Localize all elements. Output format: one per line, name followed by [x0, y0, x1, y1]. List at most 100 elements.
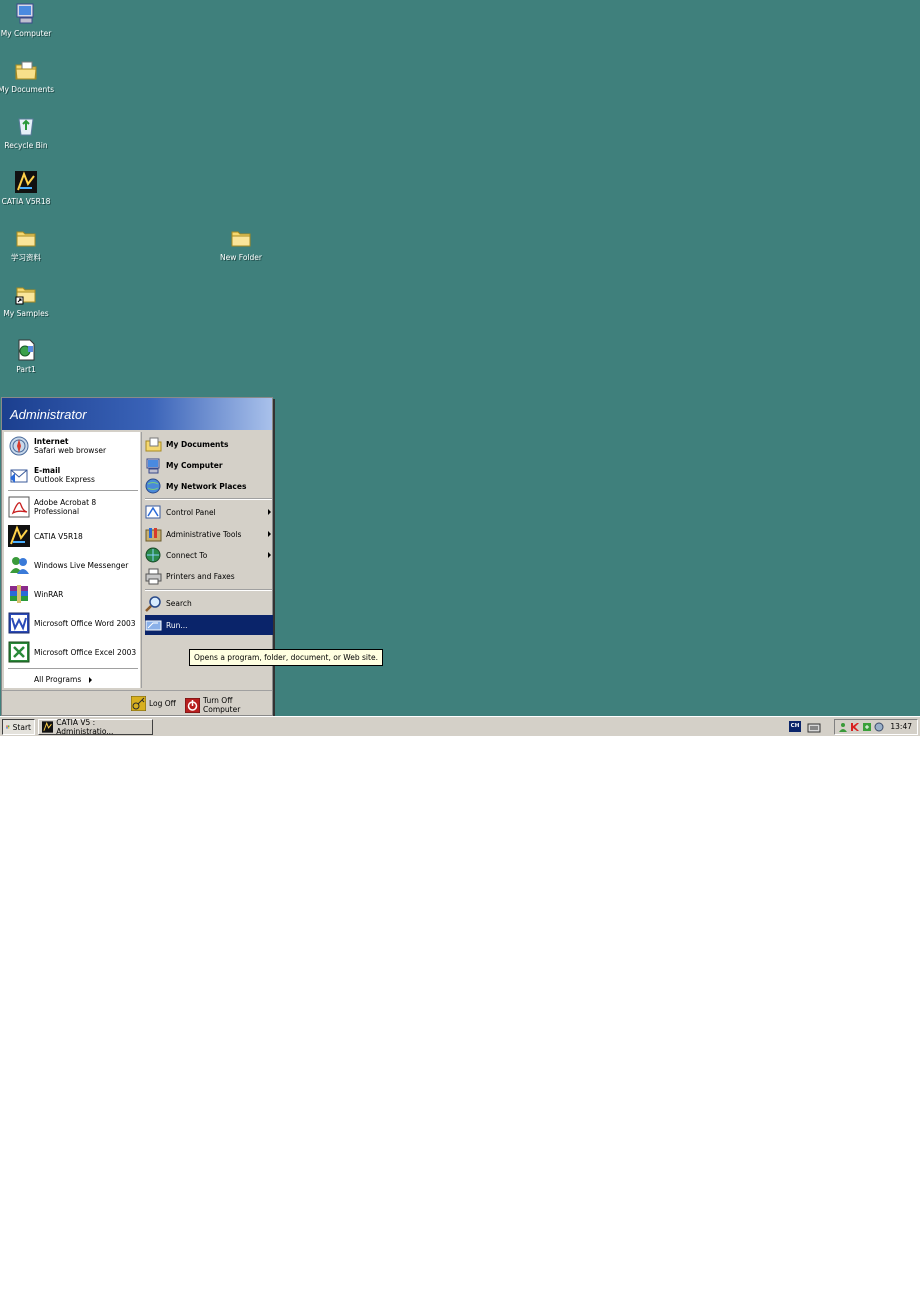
all-programs-label: All Programs: [34, 675, 82, 684]
desktop-icon-my-documents[interactable]: My Documents: [0, 58, 54, 94]
desktop-icon-study-materials[interactable]: 学习资料: [0, 226, 54, 262]
security-tray-icon[interactable]: [874, 722, 884, 732]
catia-part-icon: [18, 339, 35, 361]
network-tray-icon[interactable]: [862, 722, 872, 732]
internet-icon: [9, 436, 29, 456]
language-indicator[interactable]: CH: [789, 721, 801, 732]
place-item-my-documents[interactable]: My Documents: [145, 434, 272, 454]
program-item-label: WinRAR: [34, 589, 64, 599]
settings-item-label: Control Panel: [166, 507, 216, 517]
program-item-label-line2: Professional: [34, 507, 80, 516]
turn-off-button[interactable]: Turn Off Computer: [185, 696, 272, 714]
taskbar-button-catia[interactable]: CATIA V5 : Administratio...: [38, 718, 153, 736]
desktop-icon-label: CATIA V5R18: [1, 197, 51, 206]
desktop-icon-part1[interactable]: Part1: [0, 338, 54, 374]
pinned-item-title: E-mail: [34, 466, 61, 475]
my-documents-icon: [145, 437, 162, 451]
desktop-icon-new-folder[interactable]: New Folder: [213, 226, 269, 262]
system-tray: 13:47: [834, 719, 918, 735]
settings-item-connect-to[interactable]: Connect To: [145, 545, 272, 565]
log-off-button[interactable]: Log Off: [131, 696, 176, 711]
desktop-icon-label: Part1: [16, 365, 36, 374]
settings-item-label: Connect To: [166, 550, 208, 560]
clock[interactable]: 13:47: [890, 722, 912, 731]
menu-separator: [8, 490, 138, 492]
submenu-arrow-icon: [268, 531, 271, 537]
settings-item-control-panel[interactable]: Control Panel: [145, 502, 272, 522]
desktop-icon-label: My Samples: [3, 309, 49, 318]
submenu-arrow-icon: [268, 509, 271, 515]
program-item-catia[interactable]: CATIA V5R18: [8, 524, 138, 548]
taskbar-button-label: CATIA V5 : Administratio...: [56, 718, 114, 736]
desktop-icon-my-samples[interactable]: My Samples: [0, 282, 54, 318]
desktop-icon-label: My Computer: [0, 29, 52, 38]
run-icon: [145, 620, 162, 630]
my-computer-icon: [16, 3, 34, 24]
settings-item-printers[interactable]: Printers and Faxes: [145, 566, 272, 586]
word-icon: [8, 612, 30, 634]
acrobat-icon: [8, 496, 30, 518]
start-button[interactable]: Start: [2, 719, 35, 735]
start-menu: Administrator Internet Safari web browser…: [1, 397, 273, 716]
desktop-icon-my-computer[interactable]: My Computer: [0, 2, 54, 38]
network-places-icon: [145, 478, 161, 493]
pinned-item-internet[interactable]: Internet Safari web browser: [8, 434, 138, 458]
taskbar: Start CATIA V5 : Administratio... CH 13:…: [0, 716, 920, 736]
start-menu-programs-pane: Internet Safari web browser E-mail Outlook…: [4, 432, 140, 688]
program-item-label: Windows Live Messenger: [34, 560, 129, 570]
connect-to-icon: [145, 547, 161, 562]
pinned-item-email[interactable]: E-mail Outlook Express: [8, 463, 138, 487]
keyboard-icon[interactable]: [807, 721, 821, 733]
pinned-item-subtitle: Outlook Express: [34, 475, 95, 484]
search-icon: [145, 595, 161, 612]
program-item-label: Adobe Acrobat 8: [34, 498, 97, 507]
folder-icon: [16, 231, 36, 247]
recycle-bin-icon: [18, 118, 34, 136]
tool-item-search[interactable]: Search: [145, 593, 272, 613]
excel-icon: [8, 641, 30, 663]
catia-icon: [42, 721, 54, 733]
desktop-icon-label: My Documents: [0, 85, 55, 94]
catia-icon: [8, 525, 30, 547]
my-documents-icon: [15, 61, 37, 80]
control-panel-icon: [145, 505, 161, 518]
email-icon: [10, 469, 28, 483]
catia-icon: [15, 171, 37, 193]
windows-logo-icon: [6, 725, 10, 729]
admin-tools-icon: [145, 527, 162, 541]
pinned-item-subtitle: Safari web browser: [34, 446, 107, 455]
program-item-word[interactable]: Microsoft Office Word 2003: [8, 611, 138, 635]
log-off-icon: [131, 696, 146, 711]
messenger-icon: [10, 557, 29, 574]
start-label: Start: [12, 722, 31, 732]
all-programs-button[interactable]: All Programs: [34, 675, 93, 684]
desktop-icon-label: Recycle Bin: [4, 141, 48, 150]
log-off-label: Log Off: [149, 699, 176, 708]
kaspersky-icon[interactable]: [850, 722, 860, 732]
program-item-label: CATIA V5R18: [34, 531, 83, 541]
place-item-network-places[interactable]: My Network Places: [145, 476, 272, 496]
place-item-my-computer[interactable]: My Computer: [145, 455, 272, 475]
program-item-label: Microsoft Office Word 2003: [34, 618, 136, 628]
program-item-messenger[interactable]: Windows Live Messenger: [8, 553, 138, 577]
program-item-excel[interactable]: Microsoft Office Excel 2003: [8, 640, 138, 664]
desktop-icon-catia[interactable]: CATIA V5R18: [0, 170, 54, 206]
winrar-icon: [10, 585, 28, 603]
folder-shortcut-icon: [15, 287, 36, 305]
my-computer-icon: [146, 458, 160, 473]
settings-item-admin-tools[interactable]: Administrative Tools: [145, 524, 272, 544]
program-item-winrar[interactable]: WinRAR: [8, 582, 138, 606]
place-item-label: My Documents: [166, 439, 229, 449]
tool-item-run[interactable]: Run...: [145, 615, 273, 635]
menu-separator: [8, 668, 138, 670]
settings-item-label: Printers and Faxes: [166, 571, 235, 581]
start-menu-user-header: Administrator: [2, 398, 272, 430]
power-icon: [185, 697, 200, 713]
menu-separator: [145, 589, 272, 591]
program-item-acrobat[interactable]: Adobe Acrobat 8 Professional: [8, 495, 138, 519]
desktop-icon-recycle-bin[interactable]: Recycle Bin: [0, 114, 54, 150]
messenger-tray-icon[interactable]: [838, 722, 848, 732]
desktop-icon-label: 学习资料: [11, 253, 41, 262]
tool-item-label: Run...: [166, 620, 188, 630]
folder-icon: [231, 231, 251, 247]
